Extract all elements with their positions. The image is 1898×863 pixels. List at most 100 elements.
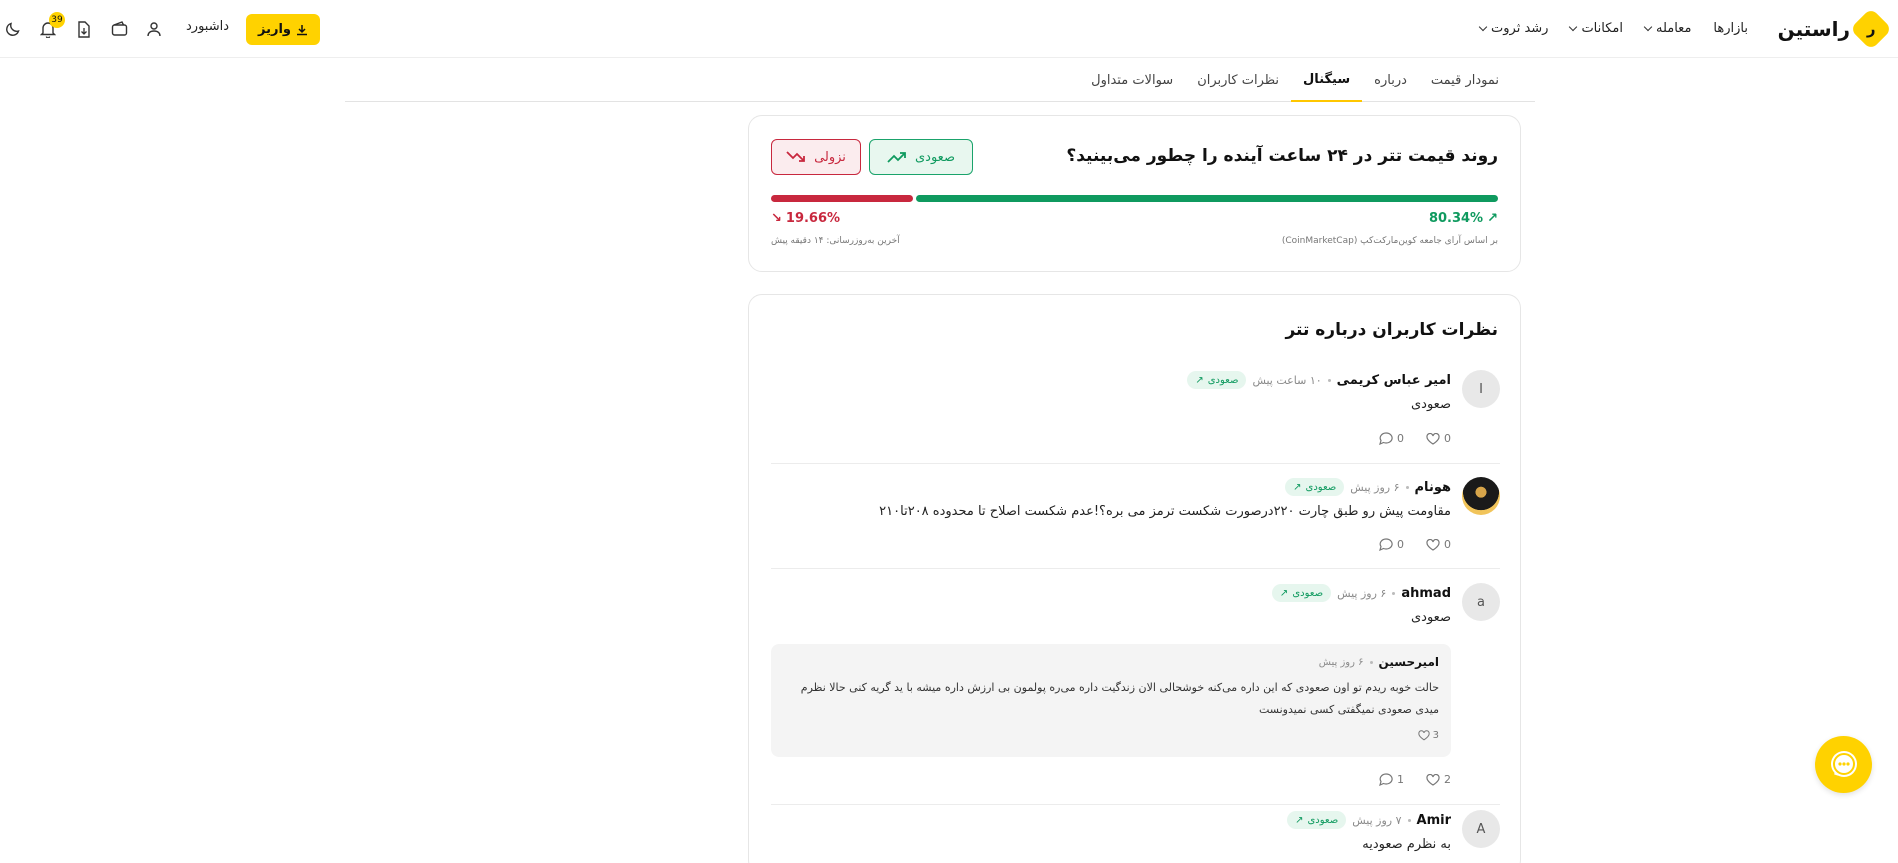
tab-signal[interactable]: سیگنال bbox=[1291, 58, 1363, 102]
separator-dot bbox=[1407, 818, 1411, 822]
down-percent: ↘ 19.66% bbox=[771, 211, 840, 226]
last-update-note: آخرین به‌روزرسانی: ۱۴ دقیقه پیش bbox=[771, 236, 900, 246]
comment-time: ۶ روز پیش bbox=[1350, 480, 1400, 494]
comment-author[interactable]: ahmad bbox=[1401, 586, 1451, 601]
comment-text: صعودی bbox=[1411, 397, 1451, 412]
comment-bubble-icon bbox=[1379, 432, 1393, 445]
top-navbar: ر راستین بازارها معامله امکانات رشد ثروت… bbox=[0, 0, 1898, 58]
arrow-up-right-icon: ↗ bbox=[1279, 587, 1289, 599]
user-icon[interactable] bbox=[144, 19, 164, 39]
wallet-icon[interactable] bbox=[109, 19, 129, 39]
export-icon[interactable] bbox=[73, 19, 93, 39]
badge-label: صعودی bbox=[1207, 374, 1239, 386]
comment-item: A Amir ۷ روز پیش صعودی ↗ به نظرم صعودیه bbox=[771, 810, 1500, 863]
reply-text: حالت خوبه ریدم تو اون صعودی که این داره … bbox=[800, 681, 1439, 716]
tab-bar: نمودار قیمت درباره سیگنال نظرات کاربران … bbox=[345, 58, 1535, 102]
arrow-up-right-icon: ↗ bbox=[1487, 211, 1498, 226]
avatar: I bbox=[1462, 370, 1500, 408]
reply-count: 0 bbox=[1397, 538, 1404, 551]
reply-time: ۶ روز پیش bbox=[1318, 656, 1364, 668]
heart-icon bbox=[1426, 773, 1440, 786]
comment-bubble-icon bbox=[1379, 538, 1393, 551]
trend-down-icon bbox=[786, 151, 805, 162]
comment-item: a ahmad ۶ روز پیش صعودی ↗ صعودی امیرحسین … bbox=[771, 583, 1500, 805]
nav-item-markets[interactable]: بازارها bbox=[1713, 21, 1748, 36]
support-chat-button[interactable] bbox=[1815, 736, 1872, 793]
comment-text: مقاومت پیش رو طبق چارت ۲۲۰درصورت شکست تر… bbox=[879, 504, 1451, 519]
logo[interactable]: ر راستین bbox=[1777, 7, 1893, 51]
comment-author[interactable]: هونام bbox=[1415, 480, 1451, 495]
vote-source-note: بر اساس آرای جامعه کوین‌مارکت‌کپ (CoinMa… bbox=[1281, 236, 1498, 246]
like-count: 2 bbox=[1444, 773, 1451, 786]
moon-icon[interactable] bbox=[3, 19, 23, 39]
main-nav: بازارها معامله امکانات رشد ثروت bbox=[1478, 0, 1748, 56]
up-percent-value: 80.34% bbox=[1428, 211, 1484, 226]
badge-label: صعودی bbox=[1307, 814, 1339, 826]
signal-card: روند قیمت تتر در ۲۴ ساعت آینده را چطور م… bbox=[748, 115, 1521, 272]
tab-faq[interactable]: سوالات متداول bbox=[1079, 58, 1185, 102]
arrow-up-right-icon: ↗ bbox=[1293, 481, 1302, 493]
heart-icon bbox=[1426, 432, 1440, 445]
reply-count: 1 bbox=[1397, 773, 1404, 786]
like-count: 0 bbox=[1444, 538, 1451, 551]
deposit-label: واریز bbox=[258, 22, 291, 37]
like-button[interactable]: 2 bbox=[1426, 773, 1451, 786]
comments-title: نظرات کاربران درباره تتر bbox=[1285, 320, 1498, 340]
vote-down-label: نزولی bbox=[814, 149, 846, 165]
chat-support-icon bbox=[1830, 750, 1857, 777]
down-percent-value: 19.66% bbox=[785, 211, 841, 226]
like-button[interactable]: 0 bbox=[1426, 432, 1451, 445]
reply-button[interactable]: 0 bbox=[1379, 432, 1404, 445]
up-percent: ↗ 80.34% bbox=[1429, 211, 1498, 226]
nav-item-wealth[interactable]: رشد ثروت bbox=[1478, 20, 1549, 36]
sentiment-badge: صعودی ↗ bbox=[1187, 371, 1247, 389]
nav-item-features[interactable]: امکانات bbox=[1569, 21, 1623, 36]
up-ratio-bar bbox=[916, 195, 1498, 202]
vote-up-label: صعودی bbox=[915, 149, 955, 165]
sentiment-badge: صعودی ↗ bbox=[1285, 478, 1345, 496]
reply-like-button[interactable]: 3 bbox=[1417, 730, 1439, 741]
arrow-up-right-icon: ↗ bbox=[1195, 374, 1204, 386]
comment-text: به نظرم صعودیه bbox=[1362, 837, 1451, 852]
vote-up-button[interactable]: صعودی bbox=[869, 139, 973, 175]
chevron-down-icon bbox=[1643, 22, 1653, 31]
like-count: 0 bbox=[1444, 432, 1451, 445]
reply-button[interactable]: 0 bbox=[1379, 538, 1404, 551]
like-button[interactable]: 0 bbox=[1426, 538, 1451, 551]
heart-icon bbox=[1417, 730, 1430, 741]
reply-author[interactable]: امیرحسین bbox=[1379, 655, 1439, 669]
tab-user-comments[interactable]: نظرات کاربران bbox=[1185, 58, 1291, 102]
arrow-down-right-icon: ↘ bbox=[771, 211, 782, 226]
nav-item-trade[interactable]: معامله bbox=[1643, 20, 1692, 36]
comment-author[interactable]: Amir bbox=[1417, 813, 1451, 828]
reply-count: 0 bbox=[1397, 432, 1404, 445]
logo-text: راستین bbox=[1777, 17, 1850, 41]
comment-item: I امیر عباس کریمی ۱۰ ساعت پیش صعودی ↗ صعو… bbox=[771, 370, 1500, 464]
deposit-button[interactable]: واریز bbox=[246, 14, 320, 45]
chevron-down-icon bbox=[1569, 22, 1578, 31]
reply-button[interactable]: 1 bbox=[1379, 773, 1404, 786]
comments-card: نظرات کاربران درباره تتر I امیر عباس کری… bbox=[748, 294, 1521, 863]
vote-down-button[interactable]: نزولی bbox=[771, 139, 861, 175]
comment-bubble-icon bbox=[1379, 773, 1393, 786]
arrow-up-right-icon: ↗ bbox=[1295, 814, 1304, 826]
badge-label: صعودی bbox=[1305, 481, 1337, 493]
separator-dot bbox=[1327, 378, 1331, 382]
separator-dot bbox=[1392, 591, 1396, 595]
nav-label: بازارها bbox=[1713, 20, 1748, 36]
download-icon bbox=[297, 24, 307, 35]
comment-time: ۱۰ ساعت پیش bbox=[1252, 373, 1322, 387]
like-count: 3 bbox=[1432, 730, 1439, 741]
nav-label: معامله bbox=[1655, 20, 1692, 36]
chevron-down-icon bbox=[1478, 22, 1488, 31]
tab-about[interactable]: درباره bbox=[1362, 58, 1419, 102]
sentiment-badge: صعودی ↗ bbox=[1287, 811, 1347, 829]
nav-label: رشد ثروت bbox=[1491, 20, 1549, 36]
dashboard-link[interactable]: داشبورد bbox=[186, 19, 229, 34]
comment-author[interactable]: امیر عباس کریمی bbox=[1337, 373, 1451, 388]
comment-item: هونام ۶ روز پیش صعودی ↗ مقاومت پیش رو طبق… bbox=[771, 477, 1500, 569]
separator-dot bbox=[1405, 485, 1409, 489]
avatar: A bbox=[1462, 810, 1500, 848]
logo-mark-icon: ر bbox=[1849, 7, 1893, 51]
tab-price-chart[interactable]: نمودار قیمت bbox=[1419, 58, 1511, 102]
